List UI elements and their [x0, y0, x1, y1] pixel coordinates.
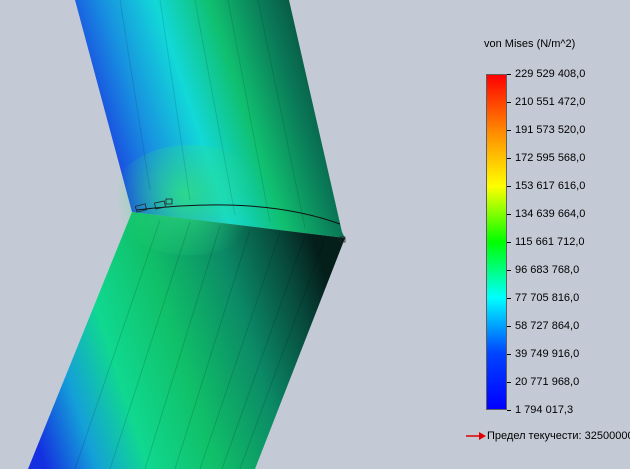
- legend-tick-mark: [507, 102, 511, 103]
- legend-colorbar[interactable]: [486, 74, 507, 410]
- legend-tick-label: 229 529 408,0: [515, 68, 586, 80]
- arrow-right-icon: [466, 432, 486, 440]
- legend-tick-mark: [507, 298, 511, 299]
- legend-tick-mark: [507, 354, 511, 355]
- legend-tick-mark: [507, 130, 511, 131]
- legend-tick-mark: [507, 270, 511, 271]
- legend-tick-label: 58 727 864,0: [515, 320, 580, 332]
- legend-tick-mark: [507, 214, 511, 215]
- legend-tick-label: 210 551 472,0: [515, 96, 586, 108]
- legend-title: von Mises (N/m^2): [484, 38, 576, 50]
- legend-tick-label: 96 683 768,0: [515, 264, 580, 276]
- legend-tick-label: 134 639 664,0: [515, 208, 586, 220]
- legend-tick-label: 153 617 616,0: [515, 180, 586, 192]
- legend-tick-mark: [507, 410, 511, 411]
- legend-tick-label: 172 595 568,0: [515, 152, 586, 164]
- yield-strength-label: Предел текучести: 325000000,0: [487, 430, 630, 442]
- legend-tick-mark: [507, 326, 511, 327]
- legend-tick-mark: [507, 382, 511, 383]
- legend-tick-label: 191 573 520,0: [515, 124, 586, 136]
- legend-tick-label: 115 661 712,0: [515, 236, 585, 248]
- legend-tick-label: 20 771 968,0: [515, 376, 580, 388]
- legend-tick-label: 77 705 816,0: [515, 292, 580, 304]
- legend-tick-mark: [507, 74, 511, 75]
- legend-tick-mark: [507, 158, 511, 159]
- legend-tick-mark: [507, 186, 511, 187]
- yield-strength-indicator: Предел текучести: 325000000,0: [466, 429, 630, 443]
- legend-tick-label: 1 794 017,3: [515, 404, 574, 416]
- legend-tick-label: 39 749 916,0: [515, 348, 580, 360]
- legend-tick-mark: [507, 242, 511, 243]
